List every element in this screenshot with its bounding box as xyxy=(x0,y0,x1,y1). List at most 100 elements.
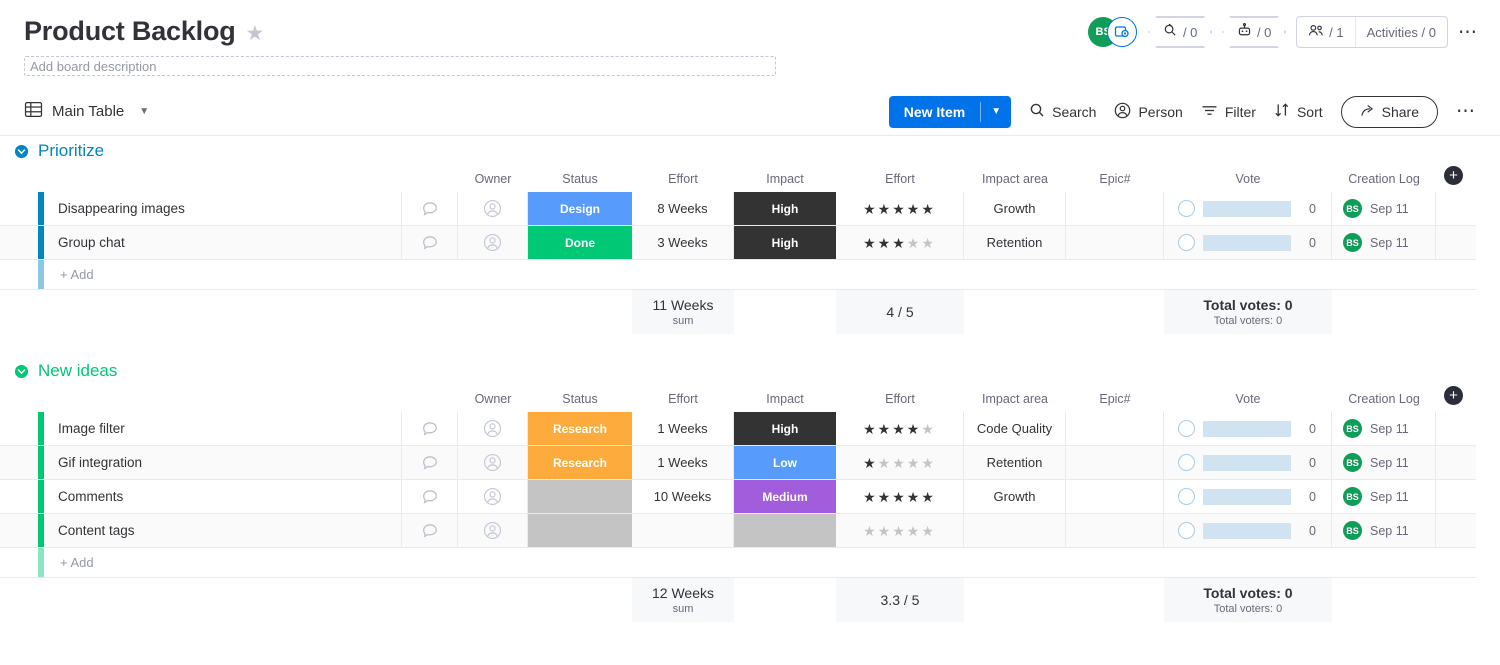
table-row[interactable]: Gif integration Research 1 Weeks Low ★★★★★ Re… xyxy=(0,446,1476,480)
effort-rating-cell[interactable]: ★★★★★ xyxy=(836,192,964,225)
table-row[interactable]: Image filter Research 1 Weeks High ★★★★★ Code… xyxy=(0,412,1476,446)
impact-badge[interactable]: Medium xyxy=(734,480,836,513)
effort-rating[interactable]: ★★★★★ xyxy=(863,456,936,470)
epic-cell[interactable] xyxy=(1066,480,1164,513)
comment-bubble-icon[interactable] xyxy=(402,192,458,225)
effort-rating-cell[interactable]: ★★★★★ xyxy=(836,480,964,513)
impact-badge[interactable]: Low xyxy=(734,446,836,479)
chevron-down-icon[interactable]: ▼ xyxy=(139,106,149,117)
new-item-button[interactable]: New Item ▼ xyxy=(888,95,1012,128)
vote-button-icon[interactable] xyxy=(1178,234,1195,251)
status-badge[interactable] xyxy=(528,514,632,547)
status-badge[interactable]: Design xyxy=(528,192,632,225)
column-header-impact[interactable]: Impact xyxy=(734,166,836,192)
status-badge[interactable]: Done xyxy=(528,226,632,259)
comment-bubble-icon[interactable] xyxy=(402,226,458,259)
item-name-cell[interactable]: Gif integration xyxy=(44,446,402,479)
add-item-row[interactable]: + Add xyxy=(0,260,1476,290)
column-header-log[interactable]: Creation Log xyxy=(1332,166,1436,192)
item-name-cell[interactable]: Comments xyxy=(44,480,402,513)
creation-log-cell[interactable]: BS Sep 11 xyxy=(1332,412,1436,445)
comment-bubble-icon[interactable] xyxy=(402,514,458,547)
effort-weeks-cell[interactable]: 3 Weeks xyxy=(632,226,734,259)
column-header-log[interactable]: Creation Log xyxy=(1332,386,1436,412)
item-name-cell[interactable]: Image filter xyxy=(44,412,402,445)
group-name[interactable]: Prioritize xyxy=(38,141,104,161)
effort-rating[interactable]: ★★★★★ xyxy=(863,202,936,216)
status-badge[interactable]: Research xyxy=(528,446,632,479)
column-header-effort1[interactable]: Effort xyxy=(632,386,734,412)
creation-log-cell[interactable]: BS Sep 11 xyxy=(1332,446,1436,479)
column-header-area[interactable]: Impact area xyxy=(964,386,1066,412)
star-icon[interactable]: ★ xyxy=(246,23,265,44)
plus-circle-icon[interactable]: + xyxy=(1444,166,1463,185)
group-name[interactable]: New ideas xyxy=(38,361,117,381)
effort-weeks-cell[interactable]: 10 Weeks xyxy=(632,480,734,513)
impact-area-cell[interactable]: Retention xyxy=(964,226,1066,259)
add-item-label[interactable]: + Add xyxy=(60,260,94,289)
vote-button-icon[interactable] xyxy=(1178,200,1195,217)
impact-area-cell[interactable] xyxy=(964,514,1066,547)
column-header-epic[interactable]: Epic# xyxy=(1066,166,1164,192)
column-header-effort1[interactable]: Effort xyxy=(632,166,734,192)
collapse-arrow-icon[interactable] xyxy=(14,364,29,379)
effort-weeks-cell[interactable]: 8 Weeks xyxy=(632,192,734,225)
epic-cell[interactable] xyxy=(1066,192,1164,225)
table-row[interactable]: Group chat Done 3 Weeks High ★★★★★ Retention 0… xyxy=(0,226,1476,260)
vote-cell[interactable]: 0 xyxy=(1164,412,1332,445)
vote-cell[interactable]: 0 xyxy=(1164,480,1332,513)
add-item-row[interactable]: + Add xyxy=(0,548,1476,578)
vote-button-icon[interactable] xyxy=(1178,420,1195,437)
filter-button[interactable]: Filter xyxy=(1201,103,1256,121)
impact-badge[interactable] xyxy=(734,514,836,547)
board-description-input[interactable]: Add board description xyxy=(24,56,776,76)
epic-cell[interactable] xyxy=(1066,514,1164,547)
vote-button-icon[interactable] xyxy=(1178,454,1195,471)
creation-log-cell[interactable]: BS Sep 11 xyxy=(1332,226,1436,259)
board-members-button[interactable]: / 1 xyxy=(1297,17,1354,47)
impact-badge[interactable]: High xyxy=(734,192,836,225)
person-avatar-icon[interactable] xyxy=(458,514,528,547)
vote-button-icon[interactable] xyxy=(1178,522,1195,539)
column-header-effort2[interactable]: Effort xyxy=(836,166,964,192)
automations-badge[interactable]: / 0 xyxy=(1222,16,1287,48)
column-header-status[interactable]: Status xyxy=(528,386,632,412)
table-row[interactable]: Content tags ★★★★★ 0 BS Sep 11 xyxy=(0,514,1476,548)
vote-cell[interactable]: 0 xyxy=(1164,226,1332,259)
person-avatar-icon[interactable] xyxy=(458,412,528,445)
vote-cell[interactable]: 0 xyxy=(1164,514,1332,547)
column-header-effort2[interactable]: Effort xyxy=(836,386,964,412)
item-name-cell[interactable]: Content tags xyxy=(44,514,402,547)
effort-rating-cell[interactable]: ★★★★★ xyxy=(836,226,964,259)
effort-weeks-cell[interactable]: 1 Weeks xyxy=(632,412,734,445)
effort-weeks-cell[interactable] xyxy=(632,514,734,547)
table-row[interactable]: Comments 10 Weeks Medium ★★★★★ Growth 0 BS Sep … xyxy=(0,480,1476,514)
integrations-badge[interactable]: / 0 xyxy=(1148,16,1213,48)
impact-area-cell[interactable]: Growth xyxy=(964,480,1066,513)
person-avatar-icon[interactable] xyxy=(458,446,528,479)
effort-weeks-cell[interactable]: 1 Weeks xyxy=(632,446,734,479)
board-more-menu-button[interactable]: ⋯ xyxy=(1458,23,1478,42)
creation-log-cell[interactable]: BS Sep 11 xyxy=(1332,480,1436,513)
search-button[interactable]: Search xyxy=(1029,102,1096,121)
column-header-status[interactable]: Status xyxy=(528,166,632,192)
vote-cell[interactable]: 0 xyxy=(1164,446,1332,479)
person-filter-button[interactable]: Person xyxy=(1114,102,1183,122)
column-header-vote[interactable]: Vote xyxy=(1164,166,1332,192)
impact-area-cell[interactable]: Retention xyxy=(964,446,1066,479)
toolbar-more-menu-button[interactable]: ⋯ xyxy=(1456,102,1476,121)
column-header-owner[interactable]: Owner xyxy=(458,386,528,412)
impact-badge[interactable]: High xyxy=(734,412,836,445)
effort-rating-cell[interactable]: ★★★★★ xyxy=(836,446,964,479)
effort-rating[interactable]: ★★★★★ xyxy=(863,236,936,250)
board-invite-icon[interactable] xyxy=(1107,17,1138,47)
status-badge[interactable] xyxy=(528,480,632,513)
column-header-epic[interactable]: Epic# xyxy=(1066,386,1164,412)
vote-button-icon[interactable] xyxy=(1178,488,1195,505)
person-avatar-icon[interactable] xyxy=(458,192,528,225)
person-avatar-icon[interactable] xyxy=(458,226,528,259)
collapse-arrow-icon[interactable] xyxy=(14,144,29,159)
impact-area-cell[interactable]: Code Quality xyxy=(964,412,1066,445)
effort-rating[interactable]: ★★★★★ xyxy=(863,490,936,504)
person-avatar-icon[interactable] xyxy=(458,480,528,513)
